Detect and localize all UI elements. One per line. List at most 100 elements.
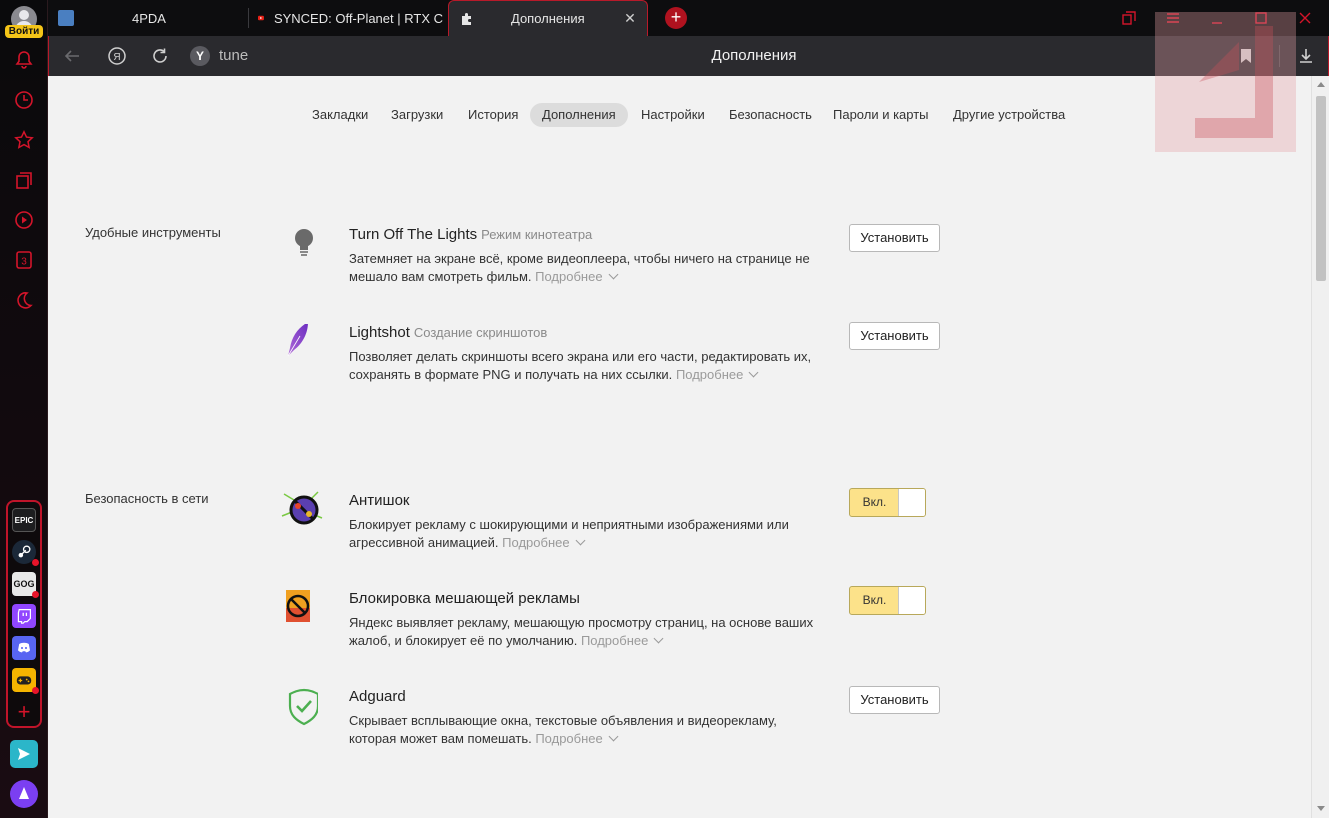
epic-games-icon[interactable]: EPIC — [12, 508, 36, 532]
extension-description: Затемняет на экране всё, кроме видеоплее… — [349, 251, 810, 266]
extension-subtitle: Создание скриншотов — [413, 325, 548, 340]
svg-text:3: 3 — [21, 257, 27, 268]
no-ads-icon — [278, 586, 318, 626]
watermark-logo — [1155, 12, 1296, 152]
gog-icon[interactable]: GOG — [12, 572, 39, 598]
svg-text:Я: Я — [113, 52, 120, 63]
more-link[interactable]: Подробнее — [676, 367, 743, 382]
more-link[interactable]: Подробнее — [535, 731, 602, 746]
extension-description: жалоб, и блокирует её по умолчанию. — [349, 633, 578, 648]
feather-icon — [278, 322, 318, 364]
toggle-knob[interactable] — [898, 489, 925, 516]
antishock-icon — [278, 486, 323, 526]
new-tab-button[interactable]: + — [665, 7, 687, 29]
tab-4pda[interactable]: 4PDA — [58, 0, 248, 36]
yandex-home-icon[interactable]: Я — [106, 45, 128, 67]
extension-title: Антишок — [349, 492, 410, 509]
login-badge[interactable]: Войти — [5, 25, 43, 38]
extension-title: Блокировка мешающей рекламы — [349, 590, 580, 607]
moon-icon[interactable] — [12, 288, 36, 312]
tabs-overview-icon[interactable] — [1119, 8, 1139, 28]
extension-description: Скрывает всплывающие окна, текстовые объ… — [349, 713, 777, 728]
lightbulb-icon — [278, 226, 318, 266]
chevron-down-icon[interactable] — [608, 731, 619, 742]
more-link[interactable]: Подробнее — [581, 633, 648, 648]
settings-nav: Закладки Загрузки История Дополнения Нас… — [48, 103, 1311, 127]
tab-extensions[interactable]: Дополнения ✕ — [448, 0, 648, 36]
sidebar: Войти 3 EPIC GOG + — [0, 0, 48, 818]
section-tools-label: Удобные инструменты — [85, 225, 221, 240]
chevron-down-icon[interactable] — [608, 269, 619, 280]
bell-icon[interactable] — [12, 48, 36, 72]
more-link[interactable]: Подробнее — [502, 535, 569, 550]
extension-description: мешало вам смотреть фильм. — [349, 269, 532, 284]
chevron-down-icon[interactable] — [748, 367, 759, 378]
star-icon[interactable] — [12, 128, 36, 152]
twitch-icon[interactable] — [12, 604, 36, 628]
yandex-browser-icon: Y — [190, 46, 210, 66]
extension-title: Adguard — [349, 688, 406, 705]
extension-description: сохранять в формате PNG и получать на ни… — [349, 367, 673, 382]
extensions-page: Закладки Загрузки История Дополнения Нас… — [48, 76, 1311, 818]
scroll-down-icon[interactable] — [1317, 806, 1325, 811]
toggle-label: Вкл. — [862, 495, 887, 509]
add-game-icon[interactable]: + — [12, 699, 36, 724]
more-link[interactable]: Подробнее — [535, 269, 602, 284]
toggle-label: Вкл. — [862, 593, 887, 607]
close-tab-icon[interactable]: ✕ — [623, 11, 637, 25]
tab-devices[interactable]: Другие устройства — [941, 103, 1077, 127]
puzzle-icon — [462, 12, 471, 25]
messenger-icon[interactable] — [10, 740, 38, 768]
extension-subtitle: Режим кинотеатра — [481, 227, 593, 242]
tab-label: Дополнения — [511, 11, 585, 26]
enabled-toggle[interactable]: Вкл. — [849, 488, 926, 517]
tab-extensions-settings[interactable]: Дополнения — [530, 103, 628, 127]
reload-icon[interactable] — [149, 45, 171, 67]
youtube-icon — [258, 15, 264, 21]
tab-settings[interactable]: Настройки — [629, 103, 717, 127]
install-button[interactable]: Установить — [849, 322, 940, 350]
toggle-knob[interactable] — [898, 587, 925, 614]
clock-icon[interactable] — [12, 88, 36, 112]
tab-youtube[interactable]: SYNCED: Off-Planet | RTX C — [258, 0, 443, 36]
install-button[interactable]: Установить — [849, 224, 940, 252]
extension-description: которая может вам помешать. — [349, 731, 532, 746]
omnibox-text[interactable]: tune — [219, 47, 248, 64]
close-window-icon[interactable] — [1295, 8, 1315, 28]
page-title: Дополнения — [711, 47, 797, 64]
tab-bookmarks[interactable]: Закладки — [300, 103, 380, 127]
tab-bar: 4PDA SYNCED: Off-Planet | RTX C Дополнен… — [48, 0, 1329, 36]
extension-title: Turn Off The Lights — [349, 226, 478, 243]
extension-title: Lightshot — [349, 324, 410, 341]
address-bar: Я Y tune Дополнения — [48, 36, 1329, 76]
shield-check-icon — [278, 688, 320, 728]
gamepad-icon[interactable] — [12, 668, 39, 694]
4pda-icon — [58, 10, 74, 26]
extension-description: Блокирует рекламу с шокирующими и неприя… — [349, 517, 789, 532]
extension-description: Позволяет делать скриншоты всего экрана … — [349, 349, 812, 364]
tab-passwords[interactable]: Пароли и карты — [821, 103, 941, 127]
collections-icon[interactable] — [12, 168, 36, 192]
enabled-toggle[interactable]: Вкл. — [849, 586, 926, 615]
scroll-up-icon[interactable] — [1317, 82, 1325, 87]
chevron-down-icon[interactable] — [575, 535, 586, 546]
tab-downloads[interactable]: Загрузки — [379, 103, 455, 127]
discord-icon[interactable] — [12, 636, 36, 660]
steam-icon[interactable] — [12, 540, 39, 566]
alice-icon[interactable] — [10, 780, 38, 808]
install-button[interactable]: Установить — [849, 686, 940, 714]
play-icon[interactable] — [12, 208, 36, 232]
section-security-label: Безопасность в сети — [85, 491, 209, 506]
scrollbar[interactable] — [1311, 76, 1329, 818]
scroll-thumb[interactable] — [1316, 96, 1326, 281]
games-panel: EPIC GOG + — [6, 500, 42, 728]
tab-label: 4PDA — [132, 10, 166, 26]
chevron-down-icon[interactable] — [653, 633, 664, 644]
download-icon[interactable] — [1295, 45, 1317, 67]
number-3-icon[interactable]: 3 — [12, 248, 36, 272]
back-icon[interactable] — [61, 45, 83, 67]
tab-security[interactable]: Безопасность — [717, 103, 824, 127]
tab-history[interactable]: История — [456, 103, 530, 127]
tab-label: SYNCED: Off-Planet | RTX C — [273, 10, 443, 26]
extension-description: Яндекс выявляет рекламу, мешающую просмо… — [349, 615, 814, 630]
